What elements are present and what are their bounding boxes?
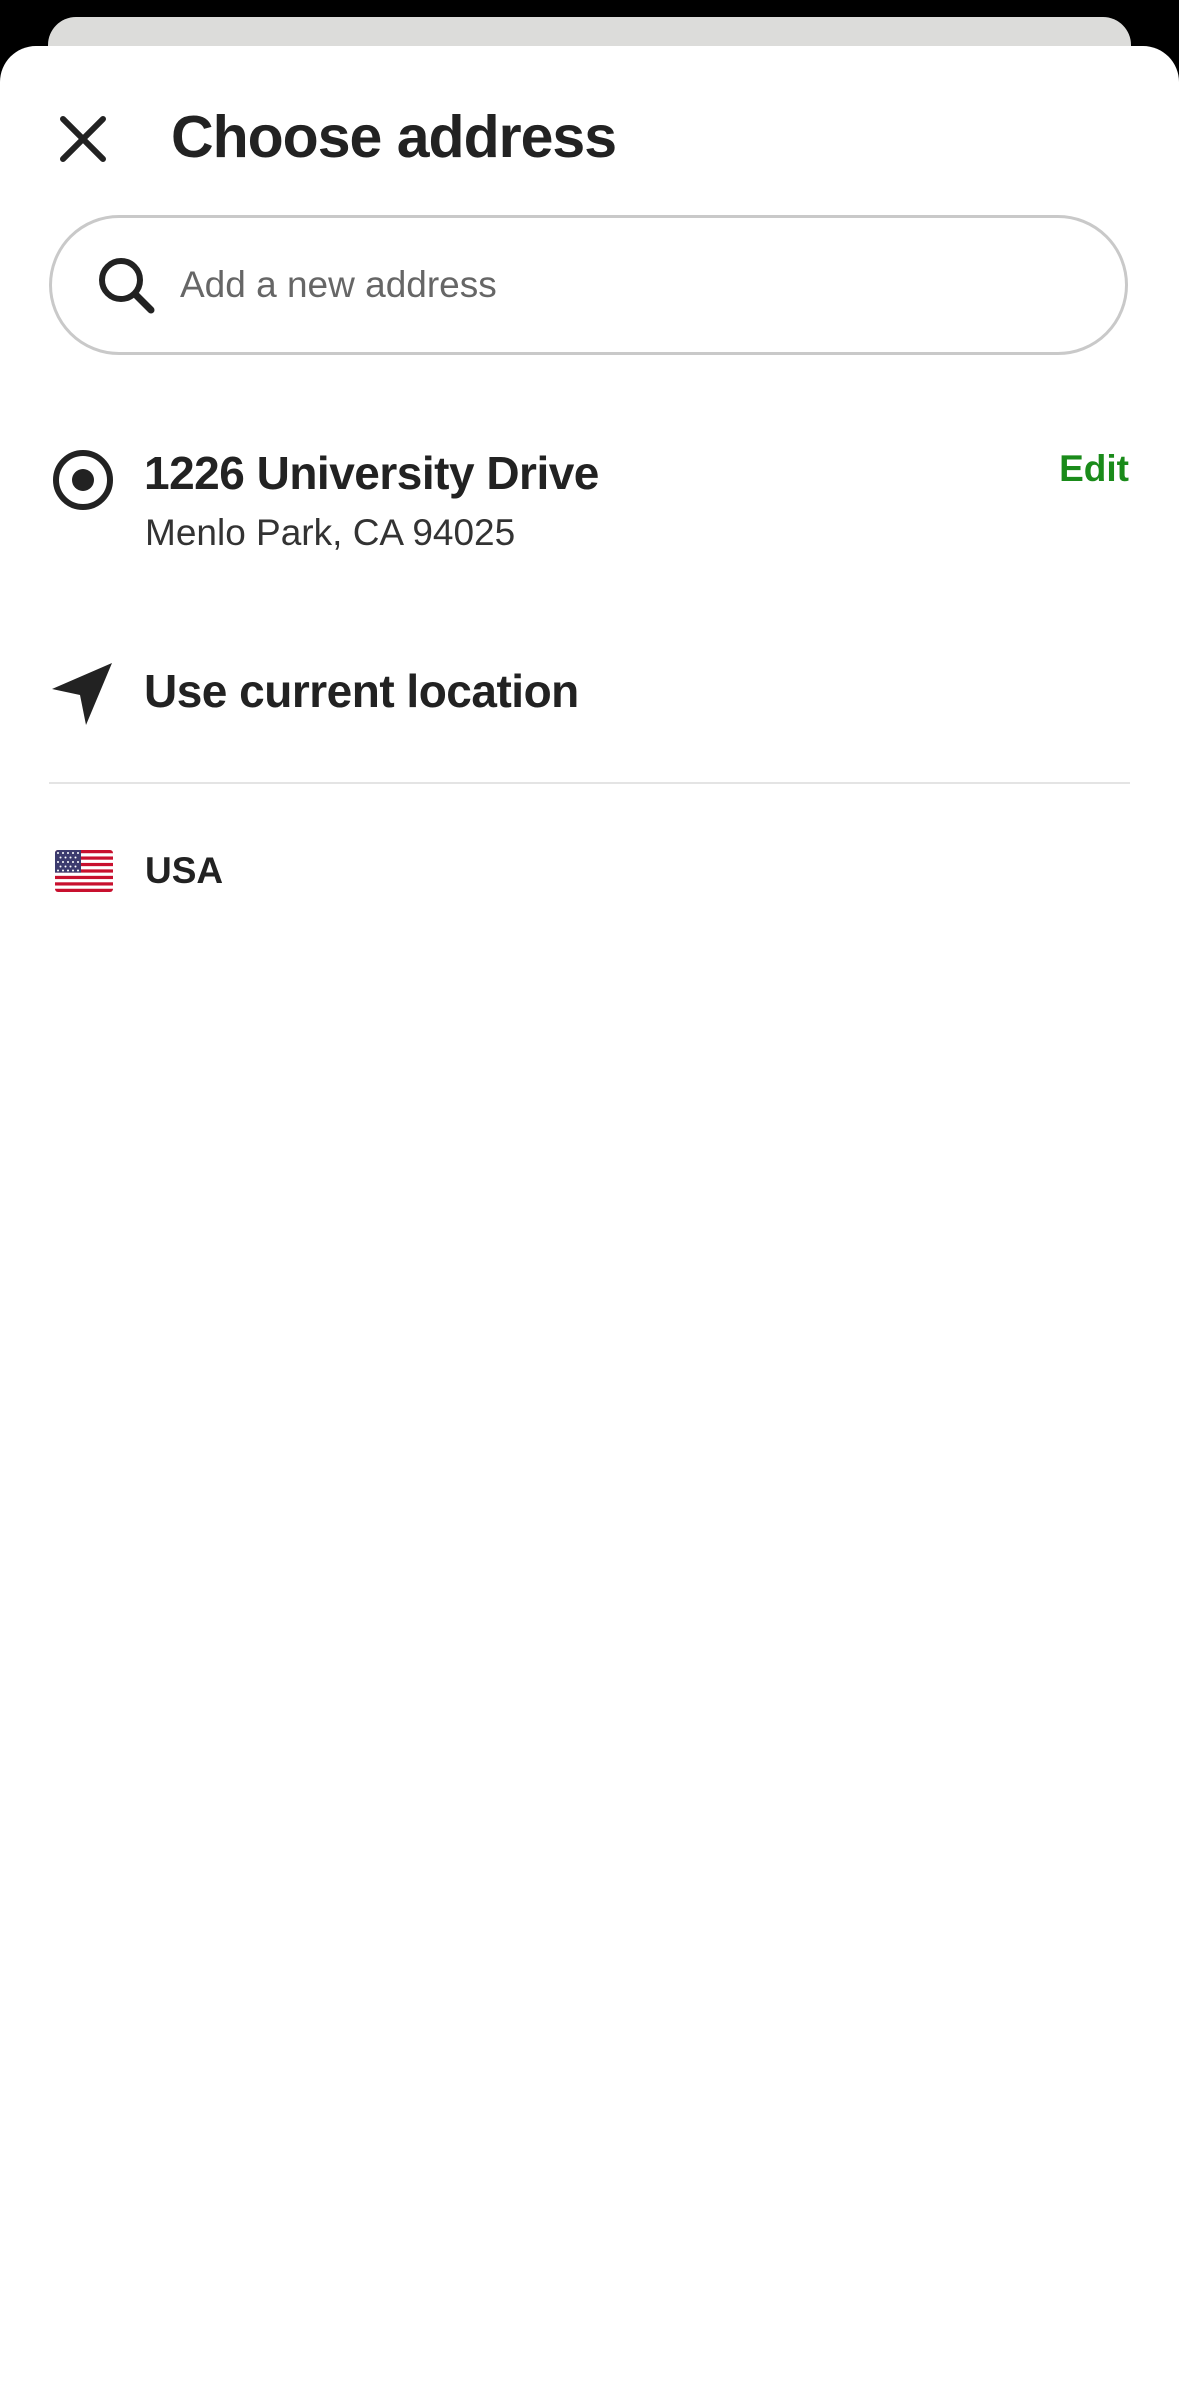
use-current-location-label: Use current location (144, 665, 579, 717)
navigation-arrow-icon (52, 663, 112, 725)
page-title: Choose address (171, 104, 617, 170)
close-button[interactable] (40, 96, 126, 182)
address-city: Menlo Park, CA 94025 (145, 512, 516, 553)
address-street: 1226 University Drive (144, 447, 599, 499)
radio-dot (72, 469, 94, 491)
saved-address-row[interactable]: 1226 University Drive Menlo Park, CA 940… (0, 418, 1179, 568)
country-selector[interactable]: USA (0, 836, 400, 906)
use-current-location-row[interactable]: Use current location (0, 644, 1179, 744)
search-box[interactable] (49, 215, 1128, 355)
address-search-input[interactable] (180, 255, 1080, 315)
close-icon (60, 116, 106, 162)
country-label: USA (145, 850, 224, 891)
divider (49, 782, 1130, 784)
address-radio-selected[interactable] (53, 450, 113, 510)
search-icon (92, 251, 160, 319)
edit-address-button[interactable]: Edit (1059, 448, 1129, 490)
choose-address-sheet: Choose address 1226 University Drive Men… (0, 46, 1179, 2396)
us-flag-icon (55, 850, 113, 892)
